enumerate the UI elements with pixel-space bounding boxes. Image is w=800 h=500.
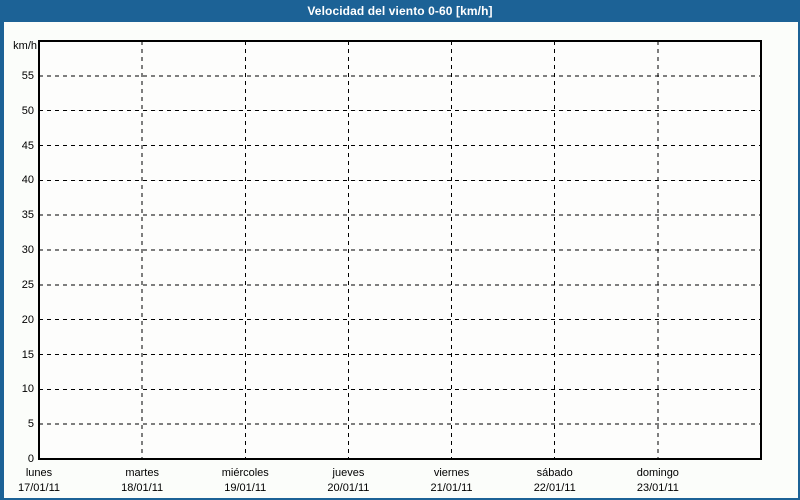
y-tick-label: 15 (21, 348, 34, 361)
y-tick-label: 30 (21, 244, 34, 256)
day-name: sábado (536, 467, 573, 479)
day-date: 22/01/11 (533, 482, 576, 494)
y-tick-label: 20 (21, 313, 34, 326)
x-day-label: jueves 20/01/11 (296, 466, 400, 496)
y-tick-label: 40 (21, 174, 34, 187)
wind-speed-chart-plot-area (38, 40, 762, 460)
day-date: 19/01/11 (224, 482, 267, 494)
y-tick-label: 50 (21, 104, 34, 117)
y-tick-label: 5 (27, 418, 34, 431)
day-name: lunes (25, 467, 53, 479)
y-tick-label: 35 (21, 209, 34, 222)
x-day-label: miércoles 19/01/11 (193, 466, 297, 496)
day-name: miércoles (221, 467, 269, 479)
day-name: martes (125, 467, 159, 479)
y-tick-label: 45 (21, 139, 34, 152)
y-tick-label: 10 (21, 383, 34, 396)
y-tick-label: 25 (21, 278, 34, 291)
x-day-label: lunes 17/01/11 (0, 466, 91, 496)
y-axis-unit-label: km/h (13, 40, 37, 52)
y-tick-label: 55 (21, 69, 34, 82)
x-day-label: sábado 22/01/11 (503, 466, 607, 496)
day-date: 18/01/11 (121, 482, 164, 494)
x-day-label: viernes 21/01/11 (400, 466, 504, 496)
y-tick-label: 0 (27, 453, 34, 465)
day-date: 23/01/11 (636, 482, 679, 494)
day-name: viernes (433, 467, 470, 479)
day-name: jueves (332, 467, 365, 479)
day-name: domingo (636, 467, 679, 479)
x-day-label: martes 18/01/11 (90, 466, 194, 496)
x-day-label: domingo 23/01/11 (606, 466, 710, 496)
day-date: 17/01/11 (17, 482, 60, 494)
day-date: 20/01/11 (327, 482, 370, 494)
day-date: 21/01/11 (430, 482, 473, 494)
